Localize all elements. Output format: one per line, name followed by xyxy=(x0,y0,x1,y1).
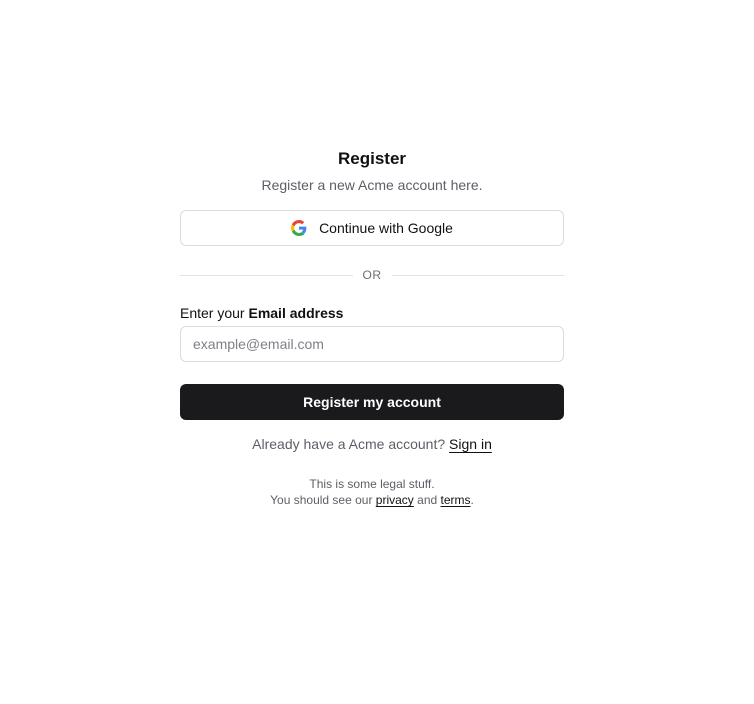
register-account-button[interactable]: Register my account xyxy=(180,384,564,420)
google-button-label: Continue with Google xyxy=(319,220,453,236)
legal-period: . xyxy=(470,493,474,507)
legal-line-1: This is some legal stuff. xyxy=(309,477,435,491)
page-subtitle: Register a new Acme account here. xyxy=(261,177,483,193)
divider-line-right xyxy=(391,274,564,276)
email-field[interactable] xyxy=(180,326,564,362)
legal-text: This is some legal stuff. You should see… xyxy=(180,476,564,508)
divider-text: OR xyxy=(362,268,382,282)
email-label-bold: Email address xyxy=(248,305,344,321)
divider-line-left xyxy=(180,274,353,276)
sign-in-link[interactable]: Sign in xyxy=(449,436,492,452)
legal-line-2-prefix: You should see our xyxy=(270,493,376,507)
email-field-label: Enter your Email address xyxy=(180,304,564,322)
signin-row: Already have a Acme account? Sign in xyxy=(180,436,564,452)
privacy-link[interactable]: privacy xyxy=(376,493,414,507)
legal-line-2: You should see our privacy and terms. xyxy=(180,492,564,508)
or-divider: OR xyxy=(180,268,564,282)
legal-and: and xyxy=(417,493,438,507)
google-icon xyxy=(291,220,307,236)
register-page: Register Register a new Acme account her… xyxy=(0,0,754,704)
register-card: Register Register a new Acme account her… xyxy=(180,148,564,508)
continue-with-google-button[interactable]: Continue with Google xyxy=(180,210,564,246)
terms-link[interactable]: terms xyxy=(441,493,471,507)
page-title: Register xyxy=(337,149,407,168)
email-label-prefix: Enter your xyxy=(180,305,249,321)
signin-prompt: Already have a Acme account? xyxy=(252,436,446,452)
